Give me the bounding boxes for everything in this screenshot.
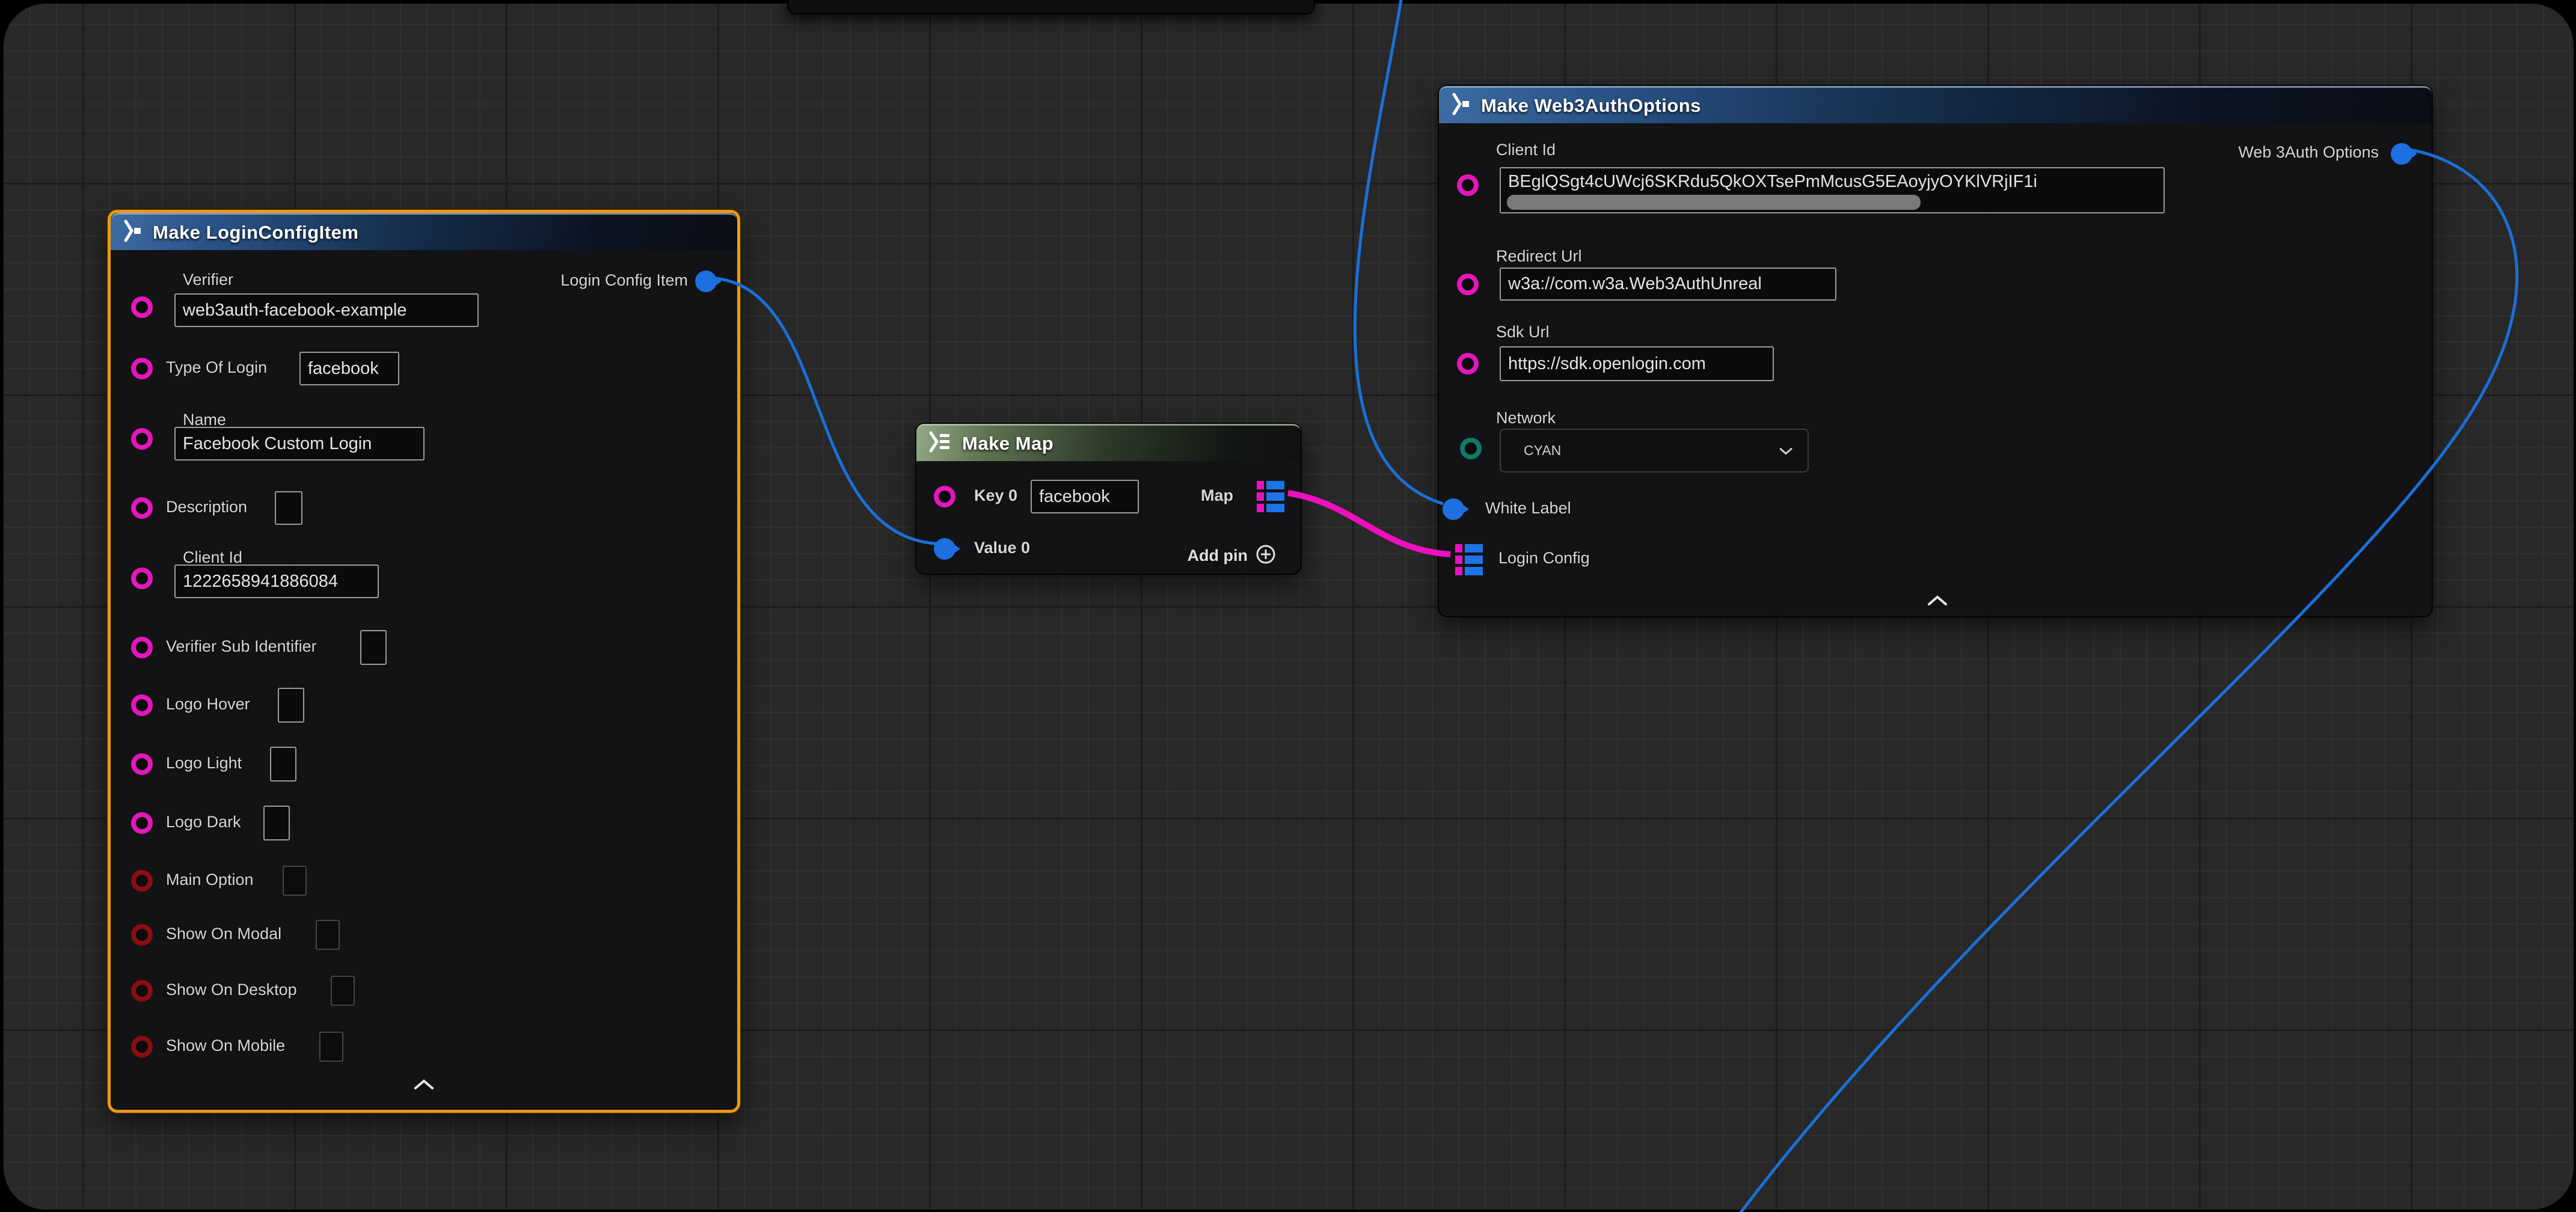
show-on-mobile-pin[interactable]: [131, 1036, 153, 1057]
web3auth-options-output-pin[interactable]: [2391, 143, 2412, 165]
value-0-label: Value 0: [974, 539, 1030, 557]
name-input[interactable]: Facebook Custom Login: [174, 427, 425, 461]
network-dropdown[interactable]: CYAN: [1500, 429, 1809, 473]
main-option-label: Main Option: [166, 871, 254, 889]
verifier-sub-identifier-label: Verifier Sub Identifier: [166, 637, 317, 656]
make-struct-icon: [1450, 92, 1471, 119]
show-on-desktop-pin[interactable]: [131, 980, 153, 1002]
value-0-pin[interactable]: [934, 538, 955, 560]
make-map-icon: [927, 430, 952, 457]
logo-light-input[interactable]: [270, 747, 296, 782]
description-pin[interactable]: [131, 497, 153, 519]
client-id-pin[interactable]: [1457, 174, 1479, 196]
logo-hover-label: Logo Hover: [166, 695, 250, 714]
logo-dark-input[interactable]: [263, 806, 290, 840]
name-pin[interactable]: [131, 428, 153, 450]
verifier-sub-identifier-input[interactable]: [360, 630, 387, 665]
login-config-label: Login Config: [1498, 549, 1590, 568]
verifier-label: Verifier: [183, 271, 233, 289]
description-label: Description: [166, 498, 247, 516]
login-config-pin[interactable]: [1455, 544, 1484, 575]
logo-light-pin[interactable]: [131, 753, 153, 775]
type-of-login-label: Type Of Login: [166, 358, 267, 377]
map-output-label: Map: [1201, 486, 1233, 505]
redirect-url-pin[interactable]: [1457, 274, 1479, 295]
network-pin[interactable]: [1460, 438, 1482, 459]
verifier-sub-identifier-pin[interactable]: [131, 637, 153, 658]
logo-dark-pin[interactable]: [131, 812, 153, 834]
show-on-mobile-label: Show On Mobile: [166, 1036, 285, 1055]
logo-dark-label: Logo Dark: [166, 813, 241, 831]
node-make-web3authoptions[interactable]: Make Web3AuthOptions Web 3Auth Options C…: [1438, 85, 2433, 617]
node-title: Make LoginConfigItem: [153, 222, 358, 243]
client-id-scrollbar[interactable]: [1507, 195, 1921, 210]
add-pin-button[interactable]: Add pin: [1188, 543, 1277, 568]
node-header-make-web3authoptions[interactable]: Make Web3AuthOptions: [1439, 86, 2432, 123]
sdk-url-label: Sdk Url: [1496, 323, 1550, 341]
chevron-down-icon: [1779, 442, 1793, 459]
collapse-node-button[interactable]: [1926, 595, 1950, 608]
key-0-input[interactable]: facebook: [1031, 480, 1139, 513]
description-input[interactable]: [275, 491, 302, 525]
type-of-login-pin[interactable]: [131, 358, 153, 379]
sdk-url-pin[interactable]: [1457, 353, 1479, 375]
blueprint-editor: Make LoginConfigItem Verifier web3auth-f…: [0, 0, 2576, 1212]
show-on-desktop-label: Show On Desktop: [166, 981, 297, 999]
make-struct-icon: [121, 219, 143, 246]
add-pin-plus-icon: [1255, 543, 1277, 568]
show-on-mobile-checkbox[interactable]: [319, 1032, 343, 1062]
redirect-url-label: Redirect Url: [1496, 247, 1582, 266]
node-make-loginconfigitem[interactable]: Make LoginConfigItem Verifier web3auth-f…: [108, 210, 740, 1113]
graph-canvas[interactable]: Make LoginConfigItem Verifier web3auth-f…: [4, 4, 2574, 1210]
redirect-url-input[interactable]: w3a://com.w3a.Web3AuthUnreal: [1500, 268, 1836, 301]
white-label-pin[interactable]: [1443, 498, 1464, 520]
collapse-node-button[interactable]: [412, 1079, 437, 1092]
node-title: Make Web3AuthOptions: [1481, 95, 1701, 117]
white-label-label: White Label: [1485, 499, 1571, 518]
show-on-desktop-checkbox[interactable]: [331, 976, 355, 1006]
client-id-input[interactable]: 1222658941886084: [174, 565, 379, 598]
verifier-pin[interactable]: [131, 296, 153, 318]
logo-hover-pin[interactable]: [131, 694, 153, 716]
type-of-login-input[interactable]: facebook: [299, 352, 399, 385]
node-make-map[interactable]: Make Map Key 0 facebook Map Value 0 Add …: [915, 423, 1302, 575]
network-label: Network: [1496, 409, 1556, 427]
network-selected-value: CYAN: [1524, 442, 1561, 459]
client-id-label: Client Id: [1496, 141, 1556, 159]
client-id-pin[interactable]: [131, 568, 153, 589]
main-option-checkbox[interactable]: [283, 866, 307, 896]
show-on-modal-checkbox[interactable]: [316, 920, 340, 950]
map-output-pin[interactable]: [1257, 481, 1286, 512]
offscreen-node-top[interactable]: [787, 0, 1315, 14]
key-0-pin[interactable]: [934, 486, 955, 507]
key-0-label: Key 0: [974, 486, 1017, 505]
login-config-item-output-pin[interactable]: [695, 271, 717, 292]
logo-light-label: Logo Light: [166, 754, 242, 773]
node-title: Make Map: [962, 433, 1053, 454]
web3auth-options-output-label: Web 3Auth Options: [2238, 143, 2379, 162]
sdk-url-input[interactable]: https://sdk.openlogin.com: [1500, 346, 1774, 381]
node-header-make-loginconfigitem[interactable]: Make LoginConfigItem: [111, 213, 737, 250]
login-config-item-output-label: Login Config Item: [560, 271, 688, 290]
add-pin-label: Add pin: [1188, 546, 1248, 565]
show-on-modal-label: Show On Modal: [166, 925, 281, 943]
show-on-modal-pin[interactable]: [131, 924, 153, 946]
verifier-input[interactable]: web3auth-facebook-example: [174, 293, 479, 327]
main-option-pin[interactable]: [131, 870, 153, 892]
logo-hover-input[interactable]: [278, 688, 304, 723]
node-header-make-map[interactable]: Make Map: [916, 424, 1301, 461]
